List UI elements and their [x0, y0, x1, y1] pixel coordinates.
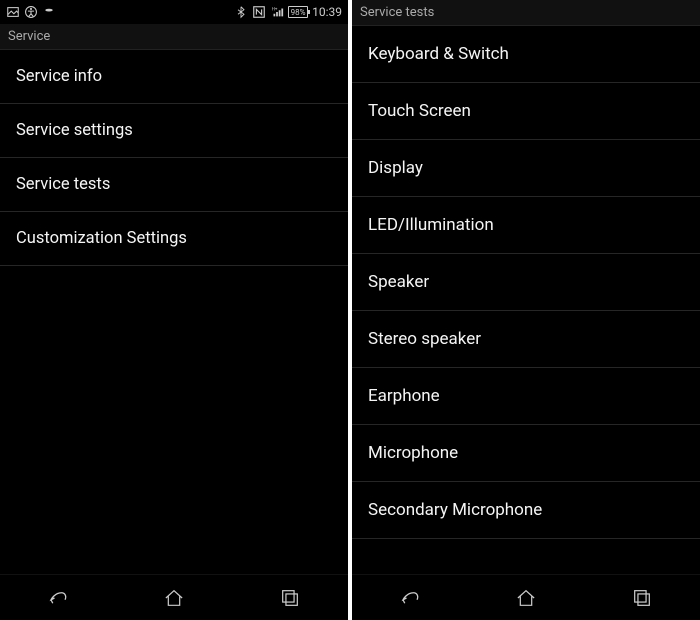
list-item-label: Display	[368, 158, 423, 178]
item-led-illumination[interactable]: LED/Illumination	[352, 197, 700, 254]
recent-button[interactable]	[274, 582, 306, 614]
home-button[interactable]	[510, 582, 542, 614]
screen-right: Service tests Keyboard & Switch Touch Sc…	[352, 0, 700, 620]
bluetooth-icon	[234, 5, 248, 19]
item-speaker[interactable]: Speaker	[352, 254, 700, 311]
item-secondary-microphone[interactable]: Secondary Microphone	[352, 482, 700, 539]
list-item-label: Service info	[16, 67, 102, 86]
item-service-info[interactable]: Service info	[0, 50, 348, 104]
back-button[interactable]	[42, 582, 74, 614]
header-title: Service	[8, 29, 50, 44]
svg-text:H+: H+	[272, 7, 278, 12]
item-service-settings[interactable]: Service settings	[0, 104, 348, 158]
status-time: 10:39	[312, 5, 342, 19]
item-display[interactable]: Display	[352, 140, 700, 197]
service-tests-list: Keyboard & Switch Touch Screen Display L…	[352, 26, 700, 574]
list-item-label: Touch Screen	[368, 101, 471, 121]
item-keyboard-switch[interactable]: Keyboard & Switch	[352, 26, 700, 83]
service-list: Service info Service settings Service te…	[0, 50, 348, 574]
list-item-label: Service tests	[16, 175, 110, 194]
nfc-icon	[252, 5, 266, 19]
list-item-label: Service settings	[16, 121, 133, 140]
ellipse-icon	[42, 5, 56, 19]
header-title: Service tests	[360, 5, 434, 20]
list-item-label: Keyboard & Switch	[368, 44, 509, 64]
accessibility-icon	[24, 5, 38, 19]
nav-bar-left	[0, 574, 348, 620]
battery-percent: 98%	[291, 8, 306, 17]
recent-button[interactable]	[626, 582, 658, 614]
list-item-label: Microphone	[368, 443, 458, 463]
list-item-label: Stereo speaker	[368, 329, 481, 349]
screen-header-right: Service tests	[352, 0, 700, 26]
item-touch-screen[interactable]: Touch Screen	[352, 83, 700, 140]
item-customization-settings[interactable]: Customization Settings	[0, 212, 348, 266]
list-item-label: Speaker	[368, 272, 429, 292]
item-earphone[interactable]: Earphone	[352, 368, 700, 425]
list-item-label: Secondary Microphone	[368, 500, 542, 520]
battery-icon: 98%	[288, 6, 308, 18]
item-stereo-speaker[interactable]: Stereo speaker	[352, 311, 700, 368]
screen-header-left: Service	[0, 24, 348, 50]
item-microphone[interactable]: Microphone	[352, 425, 700, 482]
list-item-label: LED/Illumination	[368, 215, 494, 235]
item-service-tests[interactable]: Service tests	[0, 158, 348, 212]
home-button[interactable]	[158, 582, 190, 614]
status-right: H+ 98% 10:39	[234, 5, 342, 19]
status-left	[6, 5, 56, 19]
signal-icon: H+	[270, 5, 284, 19]
nav-bar-right	[352, 574, 700, 620]
list-item-label: Earphone	[368, 386, 440, 406]
status-bar: H+ 98% 10:39	[0, 0, 348, 24]
screen-left: H+ 98% 10:39 Service Service info Servic…	[0, 0, 348, 620]
list-item-label: Customization Settings	[16, 229, 187, 248]
back-button[interactable]	[394, 582, 426, 614]
image-icon	[6, 5, 20, 19]
